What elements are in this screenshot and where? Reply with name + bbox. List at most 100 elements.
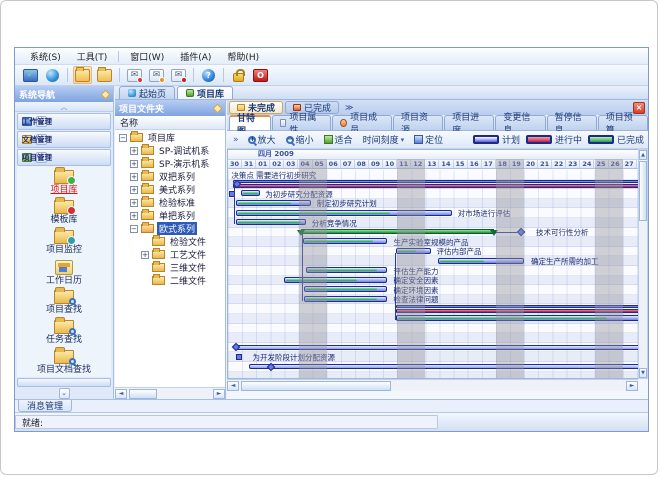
open-folder-button[interactable] (73, 66, 92, 84)
gantt-button-时间刻度[interactable]: 时间刻度▾ (360, 132, 408, 147)
gantt-button-缩小[interactable]: 缩小 (283, 132, 317, 147)
gantt-bar-task[interactable] (303, 238, 387, 244)
tree-node[interactable]: +工艺文件 (115, 248, 225, 261)
gantt-button-适合[interactable]: 适合 (321, 132, 356, 147)
gantt-bar-task[interactable] (306, 267, 388, 273)
tab-项目成员[interactable]: 项目成员 (332, 115, 392, 130)
collapse-icon[interactable]: − (130, 225, 138, 233)
gantt-horizontal-scrollbar[interactable]: ◄ ► (227, 379, 638, 391)
sidebar-group-2[interactable]: 文档管理⌄ (17, 131, 111, 148)
sidebar-collapse-button[interactable]: ︿ (15, 102, 113, 112)
tree-node[interactable]: +SP-演示机系 (115, 157, 225, 170)
scroll-left-icon[interactable]: ◄ (227, 381, 239, 391)
gantt-bar-inprogress[interactable] (233, 184, 638, 188)
project-window-button[interactable] (95, 66, 114, 84)
tree-node[interactable]: +检验标准 (115, 196, 225, 209)
scroll-down-icon[interactable]: ▼ (639, 368, 647, 378)
tab-项目预算[interactable]: 项目预算 (598, 115, 648, 130)
scroll-up-icon[interactable]: ▲ (639, 150, 647, 160)
sidebar-more-button[interactable]: ⌄ (15, 387, 113, 399)
toolbar-overflow-button[interactable]: » (231, 135, 241, 145)
tree-node[interactable]: 检验文件 (115, 235, 225, 248)
sidebar-item-entry[interactable]: 项目监控 (18, 228, 110, 258)
tree-node[interactable]: 二维文件 (115, 274, 225, 287)
tab-项目进度[interactable]: 项目进度 (444, 115, 494, 130)
expand-icon[interactable]: + (141, 251, 149, 259)
pin-icon[interactable] (213, 103, 223, 113)
menu-item[interactable]: 工具(T) (70, 48, 115, 65)
tab-message-management[interactable]: 消息管理 (18, 400, 72, 412)
menu-item[interactable]: 插件(A) (173, 48, 218, 65)
tree-node[interactable]: −欧式系列 (115, 222, 225, 235)
client-button[interactable] (21, 66, 40, 84)
expand-icon[interactable]: + (130, 199, 138, 207)
gantt-bar-task[interactable] (241, 190, 260, 196)
gantt-bar-task[interactable] (284, 277, 388, 283)
gantt-bar-task[interactable] (236, 200, 311, 206)
scrollbar-thumb[interactable] (639, 161, 647, 221)
menu-item[interactable]: 窗口(W) (123, 48, 171, 65)
tree-node[interactable]: −项目库 (115, 131, 225, 144)
expand-icon[interactable]: + (130, 147, 138, 155)
sidebar-item-entry[interactable]: 工作日历 (18, 258, 110, 288)
collapse-icon[interactable]: − (119, 134, 127, 142)
tab-项目属性[interactable]: 项目属性 (272, 115, 332, 130)
gantt-bar-plan[interactable] (236, 345, 638, 350)
gantt-bar-summary[interactable] (301, 229, 494, 234)
tab-项目库[interactable]: 项目库 (177, 86, 233, 99)
tree-node[interactable]: +SP-调试机系 (115, 144, 225, 157)
tab-变更信息[interactable]: 变更信息 (495, 115, 545, 130)
gantt-bar-task[interactable] (236, 219, 307, 225)
gantt-bar-task[interactable] (304, 286, 387, 292)
tab-甘特图[interactable]: 甘特图 (229, 115, 271, 130)
expand-icon[interactable]: + (130, 160, 138, 168)
gantt-bar-task[interactable] (304, 296, 387, 302)
tree-node[interactable]: +双把系列 (115, 170, 225, 183)
mail-new-button[interactable] (125, 66, 144, 84)
pin-icon[interactable] (101, 89, 111, 99)
sidebar-collapsed-group[interactable] (17, 378, 111, 387)
tree-node[interactable]: +单把系列 (115, 209, 225, 222)
sidebar-item-selected[interactable]: 项目库 (18, 168, 110, 198)
milestone-square[interactable] (236, 354, 242, 360)
tree-node[interactable]: 三维文件 (115, 261, 225, 274)
sidebar-item-entry[interactable]: 项目文档查找 (18, 347, 110, 377)
expand-icon[interactable]: + (130, 212, 138, 220)
mail-read-button[interactable] (147, 66, 166, 84)
gantt-vertical-scrollbar[interactable]: ▲ ▼ (638, 149, 648, 379)
tree-node[interactable]: +美式系列 (115, 183, 225, 196)
browser-button[interactable] (43, 66, 62, 84)
expand-icon[interactable]: + (130, 173, 138, 181)
menu-item[interactable]: 系统(S) (23, 48, 68, 65)
gantt-bar-task[interactable] (438, 258, 524, 264)
sidebar-item-entry[interactable]: 任务查找 (18, 317, 110, 347)
gantt-button-定位[interactable]: 定位 (411, 132, 446, 147)
tree-column-header[interactable]: 名称 (115, 116, 225, 130)
gantt-button-放大[interactable]: 放大 (245, 132, 279, 147)
sidebar-item-entry[interactable]: 模板库 (18, 198, 110, 228)
exit-button[interactable] (251, 66, 270, 84)
tab-项目资源[interactable]: 项目资源 (393, 115, 443, 130)
tree-horizontal-scrollbar[interactable]: ◄ ► (115, 387, 225, 399)
tab-起始页[interactable]: 起始页 (119, 86, 175, 99)
menu-item[interactable]: 帮助(H) (220, 48, 266, 65)
scrollbar-thumb[interactable] (241, 381, 391, 391)
gantt-bar-task[interactable] (236, 210, 452, 216)
expand-icon[interactable]: + (130, 186, 138, 194)
sidebar-group-1[interactable]: 工作管理⌄ (17, 113, 111, 130)
sidebar-item-entry[interactable]: 项目查找 (18, 287, 110, 317)
gantt-bar-task[interactable] (396, 248, 431, 254)
scroll-left-icon[interactable]: ◄ (115, 389, 127, 399)
scrollbar-thumb[interactable] (129, 389, 157, 399)
sidebar-group-3[interactable]: 项目管理⌃ (17, 149, 111, 166)
gantt-bar-task[interactable] (396, 315, 638, 321)
scroll-right-icon[interactable]: ► (626, 381, 638, 391)
tab-暂停信息[interactable]: 暂停信息 (547, 115, 597, 130)
help-button[interactable] (199, 66, 218, 84)
gantt-bar-plan[interactable] (249, 364, 638, 369)
gantt-bar-plan[interactable] (396, 305, 638, 308)
mail-delete-button[interactable] (169, 66, 188, 84)
gantt-bar-inprogress[interactable] (396, 309, 638, 313)
gantt-bar-plan[interactable] (233, 180, 638, 183)
lock-button[interactable] (229, 66, 248, 84)
